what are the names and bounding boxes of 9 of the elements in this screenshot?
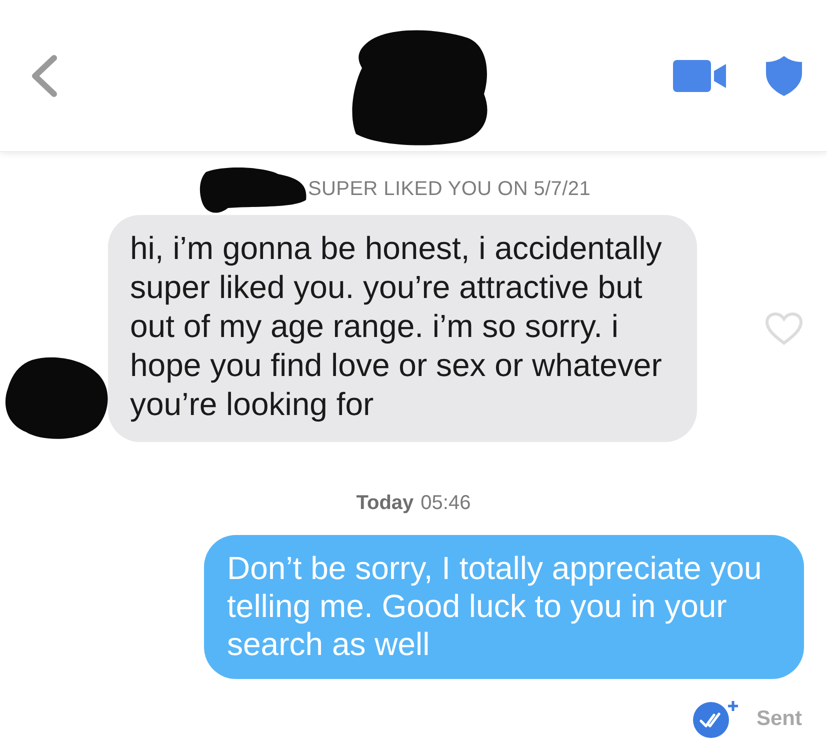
message-timestamp: Today 05:46	[356, 492, 471, 515]
super-like-notice: SUPER LIKED YOU ON 5/7/21	[308, 178, 591, 201]
double-check-icon	[692, 699, 740, 739]
sent-status: Sent	[756, 707, 802, 731]
video-camera-icon[interactable]	[673, 60, 727, 92]
received-message-bubble: hi, i’m gonna be honest, i accidentally super liked you. you’re attractive but out of my age range. i’m so sorry. i hope you find love or sex or whatever you’re looking for	[108, 215, 697, 442]
chevron-left-icon	[29, 54, 59, 98]
sent-message-bubble: Don’t be sorry, I totally appreciate you telling me. Good luck to you in your search as well	[204, 535, 804, 679]
shield-icon[interactable]	[765, 54, 803, 96]
